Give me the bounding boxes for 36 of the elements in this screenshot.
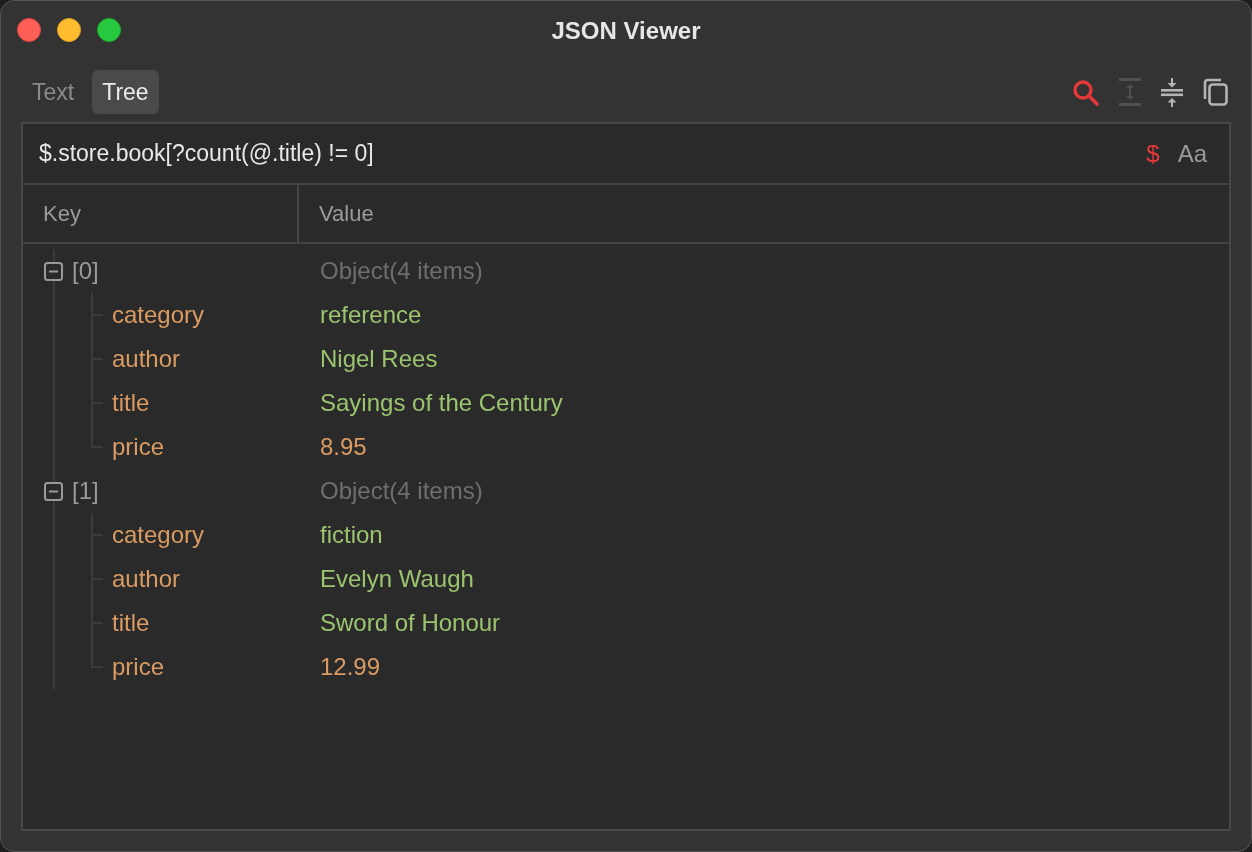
node-key: category (112, 301, 205, 329)
node-value: 12.99 (319, 653, 382, 681)
node-key: title (112, 609, 150, 637)
node-key: price (112, 433, 165, 461)
node-summary: Object(4 items) (319, 257, 484, 285)
node-key: title (112, 389, 150, 417)
column-header[interactable]: Value (319, 200, 374, 227)
tab[interactable]: Tree (92, 70, 159, 114)
window-title: JSON Viewer (551, 17, 701, 44)
node-key: price (112, 653, 165, 681)
minimize-button[interactable] (57, 18, 81, 42)
collapse-icon[interactable] (1161, 77, 1183, 107)
node-value: Sword of Honour (319, 609, 502, 637)
collapse-toggle-icon[interactable] (44, 261, 63, 281)
copy-icon[interactable] (1203, 78, 1229, 106)
search-icon[interactable] (1072, 78, 1099, 106)
node-summary: Object(4 items) (319, 477, 484, 505)
node-key: author (112, 565, 181, 593)
zoom-button[interactable] (97, 18, 121, 42)
node-value: fiction (319, 521, 384, 549)
node-key: category (112, 521, 205, 549)
node-value: Sayings of the Century (319, 389, 564, 417)
collapse-toggle-icon[interactable] (44, 481, 63, 501)
node-value: reference (319, 301, 423, 329)
close-button[interactable] (17, 18, 41, 42)
query-field[interactable]: $.store.book[?count(@.title) != 0] (39, 140, 1145, 167)
tab[interactable]: Text (22, 70, 85, 114)
node-value: 8.95 (319, 433, 368, 461)
column-header[interactable]: Key (43, 200, 81, 227)
node-key: [0] (72, 257, 99, 285)
node-key: author (112, 345, 181, 373)
option-toggle[interactable]: Aa (1175, 139, 1209, 168)
option-toggle[interactable]: $ (1144, 139, 1162, 168)
node-value: Evelyn Waugh (319, 565, 475, 593)
node-value: Nigel Rees (319, 345, 439, 373)
node-key: [1] (72, 477, 99, 505)
